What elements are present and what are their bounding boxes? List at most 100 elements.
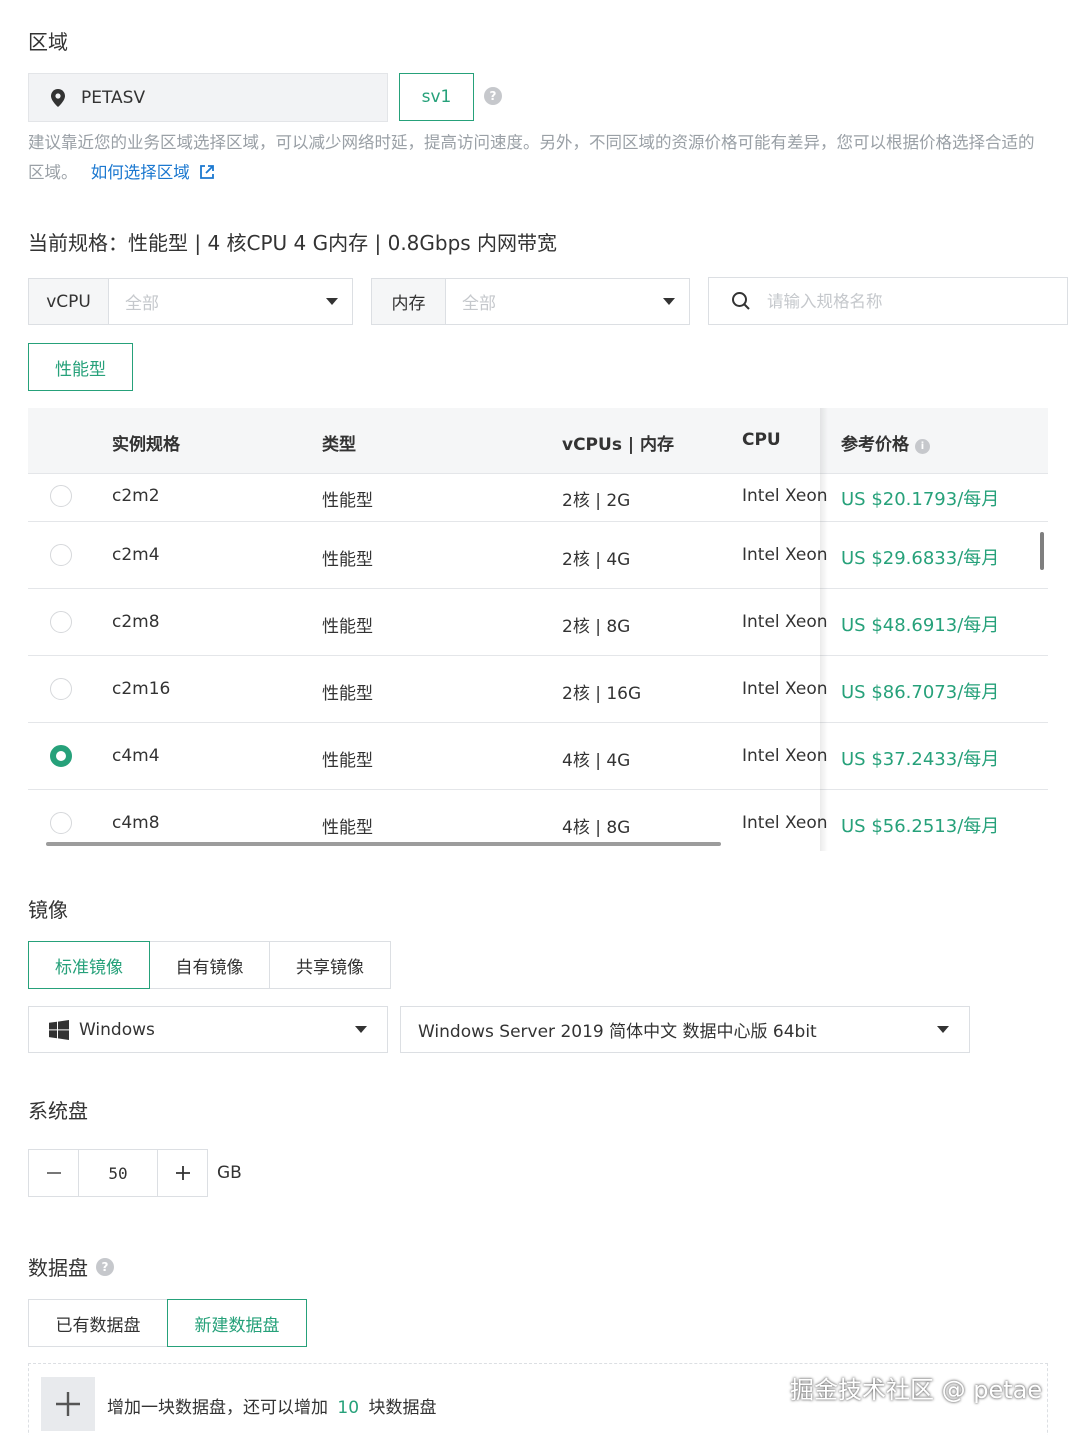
add-data-disk-text: 增加一块数据盘，还可以增加 10 块数据盘 (107, 1398, 437, 1418)
row-price: US $56.2513/每月 (841, 816, 1000, 837)
tab-existing-disk[interactable]: 已有数据盘 (28, 1299, 168, 1347)
table-row[interactable]: c2m4 性能型 2核 | 4G Intel Xeon US $29.6833/… (28, 522, 1048, 589)
vcpu-filter-label: vCPU (29, 279, 109, 324)
plus-icon (175, 1166, 190, 1180)
row-radio[interactable] (50, 812, 72, 834)
row-price: US $37.2433/每月 (841, 749, 1000, 770)
os-select-value: Windows (79, 1019, 155, 1040)
chevron-down-icon (937, 1026, 949, 1033)
row-radio-selected[interactable] (50, 745, 72, 767)
column-header-cpu: CPU (742, 430, 781, 450)
os-version-select[interactable]: Windows Server 2019 简体中文 数据中心版 64bit (400, 1006, 970, 1053)
os-version-value: Windows Server 2019 简体中文 数据中心版 64bit (418, 1022, 817, 1042)
memory-filter-value: 全部 (462, 294, 496, 314)
row-spec-name: c2m8 (112, 612, 160, 632)
spec-search-input[interactable] (767, 291, 1047, 311)
column-header-type: 类型 (322, 435, 356, 455)
row-vcpu-mem: 2核 | 16G (562, 684, 642, 704)
vcpu-filter-value: 全部 (125, 294, 159, 314)
row-spec-name: c4m4 (112, 746, 160, 766)
row-radio[interactable] (50, 485, 72, 507)
region-hint: 建议靠近您的业务区域选择区域，可以减少网络时延，提高访问速度。另外，不同区域的资… (28, 128, 1048, 188)
table-horizontal-scrollbar[interactable] (46, 842, 721, 846)
tab-standard-image[interactable]: 标准镜像 (28, 941, 150, 989)
location-pin-icon (51, 88, 65, 107)
search-icon (732, 292, 750, 310)
column-header-vcpu-mem: vCPUs | 内存 (562, 435, 674, 455)
row-type: 性能型 (322, 751, 373, 771)
row-vcpu-mem: 4核 | 4G (562, 751, 631, 771)
row-vcpu-mem: 2核 | 4G (562, 550, 631, 570)
row-price: US $86.7073/每月 (841, 682, 1000, 703)
price-help-icon[interactable]: i (914, 439, 930, 454)
tab-custom-image[interactable]: 自有镜像 (149, 941, 270, 989)
row-price: US $48.6913/每月 (841, 615, 1000, 636)
region-location-label: PETASV (81, 87, 146, 108)
chevron-down-icon (355, 1026, 367, 1033)
current-spec-text: 当前规格：性能型 | 4 核CPU 4 G内存 | 0.8Gbps 内网带宽 (28, 231, 558, 255)
table-row-selected[interactable]: c4m4 性能型 4核 | 4G Intel Xeon US $37.2433/… (28, 723, 1048, 790)
row-spec-name: c2m4 (112, 545, 160, 565)
watermark: 掘金技术社区 @ petae (790, 1376, 1043, 1404)
how-to-choose-region-link[interactable]: 如何选择区域 (91, 163, 215, 182)
table-row[interactable]: c2m16 性能型 2核 | 16G Intel Xeon US $86.707… (28, 656, 1048, 723)
table-row[interactable]: c2m8 性能型 2核 | 8G Intel Xeon US $48.6913/… (28, 589, 1048, 656)
row-cpu: Intel Xeon (742, 813, 828, 833)
row-cpu: Intel Xeon (742, 746, 828, 766)
row-radio[interactable] (50, 544, 72, 566)
tab-shared-image[interactable]: 共享镜像 (269, 941, 391, 989)
row-type: 性能型 (322, 684, 373, 704)
data-disk-title: 数据盘 ? (28, 1252, 114, 1281)
row-radio[interactable] (50, 611, 72, 633)
row-cpu: Intel Xeon (742, 679, 828, 699)
column-header-price: 参考价格 i (841, 430, 930, 455)
row-spec-name: c4m8 (112, 813, 160, 833)
region-location-select[interactable]: PETASV (28, 73, 388, 122)
type-tag-performance[interactable]: 性能型 (28, 343, 133, 391)
row-radio[interactable] (50, 678, 72, 700)
row-cpu: Intel Xeon (742, 486, 828, 506)
plus-icon (56, 1392, 80, 1416)
system-disk-stepper: 50 (28, 1149, 208, 1197)
row-vcpu-mem: 2核 | 2G (562, 491, 631, 511)
row-spec-name: c2m16 (112, 679, 171, 699)
vcpu-filter[interactable]: vCPU 全部 (28, 278, 353, 325)
minus-icon (46, 1172, 61, 1174)
row-price: US $29.6833/每月 (841, 548, 1000, 569)
row-type: 性能型 (322, 491, 373, 511)
help-icon[interactable]: ? (96, 1257, 114, 1276)
tab-new-disk[interactable]: 新建数据盘 (167, 1299, 307, 1347)
windows-icon (49, 1019, 69, 1040)
row-type: 性能型 (322, 818, 373, 838)
decrease-button[interactable] (29, 1150, 78, 1196)
add-data-disk-button[interactable] (41, 1377, 95, 1431)
system-disk-title: 系统盘 (28, 1099, 88, 1123)
os-select[interactable]: Windows (28, 1006, 388, 1053)
row-spec-name: c2m2 (112, 486, 160, 506)
row-cpu: Intel Xeon (742, 545, 828, 565)
fixed-column-shadow (820, 408, 828, 851)
row-type: 性能型 (322, 550, 373, 570)
help-icon[interactable]: ? (484, 87, 502, 105)
region-title: 区域 (28, 30, 68, 54)
chevron-down-icon (312, 279, 352, 324)
row-cpu: Intel Xeon (742, 612, 828, 632)
spec-table: 实例规格 类型 vCPUs | 内存 CPU 参考价格 i c2m2 性能型 2… (28, 408, 1048, 851)
spec-search[interactable] (708, 277, 1068, 325)
image-title: 镜像 (28, 898, 68, 922)
column-header-spec: 实例规格 (112, 435, 180, 455)
row-price: US $20.1793/每月 (841, 489, 1000, 510)
zone-button-sv1[interactable]: sv1 (399, 73, 474, 121)
row-vcpu-mem: 4核 | 8G (562, 818, 631, 838)
system-disk-size-input[interactable]: 50 (78, 1150, 158, 1196)
table-row[interactable]: c2m2 性能型 2核 | 2G Intel Xeon US $20.1793/… (28, 455, 1048, 522)
increase-button[interactable] (158, 1150, 207, 1196)
data-disk-tabs: 已有数据盘 新建数据盘 (28, 1299, 307, 1347)
system-disk-unit: GB (217, 1163, 242, 1183)
external-link-icon (200, 165, 214, 179)
memory-filter[interactable]: 内存 全部 (371, 278, 690, 325)
memory-filter-label: 内存 (372, 279, 446, 324)
remaining-disk-count: 10 (337, 1398, 360, 1418)
table-vertical-scrollbar[interactable] (1040, 532, 1044, 570)
row-type: 性能型 (322, 617, 373, 637)
